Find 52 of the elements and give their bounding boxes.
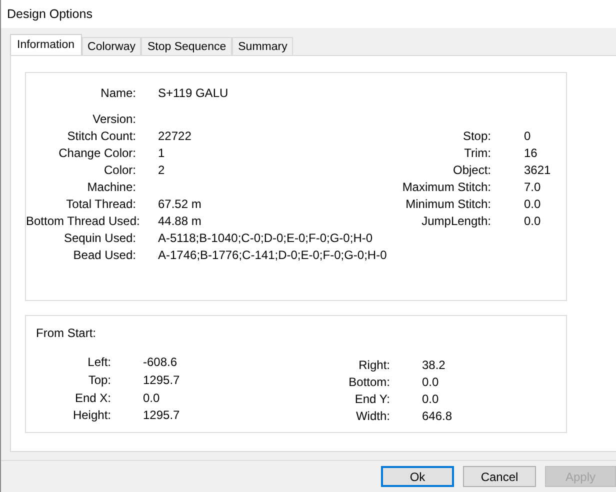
field-value: 2 (157, 163, 166, 177)
field-value: 0.0 (142, 390, 161, 406)
dialog-button[interactable]: Ok (381, 466, 454, 487)
field-value: A-1746;B-1776;C-141;D-0;E-0;F-0;G-0;H-0 (157, 248, 388, 262)
field-label: Bead Used: (72, 248, 136, 262)
field-value: 1295.7 (142, 372, 181, 388)
field-value: 7.0 (523, 180, 542, 194)
field-value: 0.0 (421, 392, 440, 406)
field-value: 38.2 (421, 358, 446, 372)
field-label: Width: (354, 409, 390, 423)
field-value: 67.52 m (157, 197, 202, 211)
field-value: 1295.7 (142, 408, 181, 423)
field-label: End X: (74, 390, 111, 406)
field-label: Sequin Used: (62, 231, 136, 245)
field-label: Bottom: (348, 375, 390, 389)
tab[interactable]: Colorway (82, 37, 142, 55)
field-value: -608.6 (142, 355, 178, 370)
field-value: 0.0 (523, 197, 542, 211)
field-label: Name: (100, 86, 136, 100)
field-label: JumpLength: (420, 214, 491, 228)
field-label: Maximum Stitch: (401, 180, 491, 194)
field-label: Change Color: (58, 146, 136, 160)
window-title: Design Options (7, 7, 92, 21)
field-value: 16 (523, 146, 538, 160)
field-label: Stitch Count: (66, 129, 136, 143)
field-label: Minimum Stitch: (404, 197, 491, 211)
field-label: Total Thread: (65, 197, 136, 211)
field-value: 3621 (523, 163, 552, 177)
field-label: Left: (86, 355, 111, 370)
dialog-button[interactable]: Cancel (463, 466, 536, 487)
tab[interactable]: Summary (232, 37, 294, 55)
field-label: Right: (358, 358, 390, 372)
field-label: Top: (87, 372, 111, 388)
section-title: From Start: (36, 326, 96, 340)
field-value: 0 (523, 129, 532, 143)
field-value: 22722 (157, 129, 192, 143)
field-label: End Y: (354, 392, 390, 406)
field-value: A-5118;B-1040;C-0;D-0;E-0;F-0;G-0;H-0 (157, 231, 374, 245)
tab[interactable]: Stop Sequence (141, 37, 232, 55)
field-label: Height: (72, 408, 111, 423)
field-value: 646.8 (421, 409, 454, 423)
field-label: Stop: (462, 129, 491, 143)
field-value: S+119 GALU (157, 86, 230, 100)
field-label: Version: (92, 112, 136, 126)
field-label: Color: (102, 163, 136, 177)
field-value: 1 (157, 146, 166, 160)
tab[interactable]: Information (10, 34, 82, 55)
field-label: Object: (452, 163, 491, 177)
field-label: Trim: (463, 146, 491, 160)
field-value: 0.0 (421, 375, 440, 389)
field-label: Machine: (86, 180, 136, 194)
field-value: 0.0 (523, 214, 542, 228)
